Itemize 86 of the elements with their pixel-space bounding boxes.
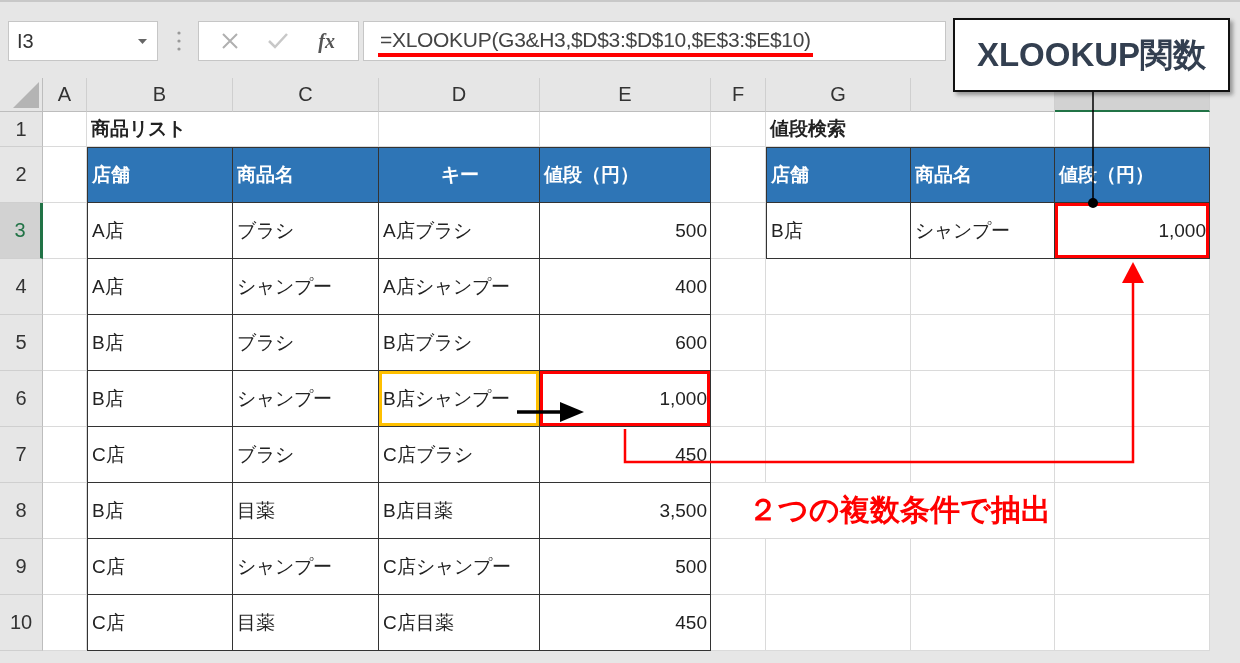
column-header[interactable]: E	[540, 78, 711, 112]
table-cell: 600	[540, 315, 711, 371]
table-cell: ブラシ	[233, 427, 379, 483]
table-cell: 3,500	[540, 483, 711, 539]
empty-cell	[711, 259, 766, 315]
header-cell: 商品名	[911, 147, 1055, 203]
row-header[interactable]: 7	[0, 427, 43, 483]
empty-cell	[711, 371, 766, 427]
empty-cell	[43, 539, 87, 595]
table-cell: B店	[87, 483, 233, 539]
column-header[interactable]: F	[711, 78, 766, 112]
table-cell: C店	[87, 427, 233, 483]
table-cell: 400	[540, 259, 711, 315]
header-cell: キー	[379, 147, 540, 203]
header-cell: 商品名	[233, 147, 379, 203]
column-header[interactable]: D	[379, 78, 540, 112]
table-cell: B店	[87, 371, 233, 427]
table-cell: C店シャンプー	[379, 539, 540, 595]
row-header[interactable]: 4	[0, 259, 43, 315]
table-cell: A店ブラシ	[379, 203, 540, 259]
formula-field[interactable]: =XLOOKUP(G3&H3,$D$3:$D$10,$E$3:$E$10)	[363, 21, 946, 61]
empty-cell	[43, 427, 87, 483]
annotation-text: ２つの複数条件で抽出	[748, 492, 1051, 528]
table-cell: C店目薬	[379, 595, 540, 651]
row-header[interactable]: 8	[0, 483, 43, 539]
table-cell: C店ブラシ	[379, 427, 540, 483]
row-header[interactable]: 5	[0, 315, 43, 371]
select-all-button[interactable]	[0, 78, 43, 112]
column-header[interactable]: C	[233, 78, 379, 112]
pointer-arrow	[517, 402, 584, 422]
table-cell: 目薬	[233, 483, 379, 539]
table-cell: A店シャンプー	[379, 259, 540, 315]
table-cell: C店	[87, 539, 233, 595]
empty-cell	[43, 259, 87, 315]
table-cell: B店ブラシ	[379, 315, 540, 371]
caret-icon	[138, 38, 147, 44]
table-cell: 450	[540, 427, 711, 483]
table-cell: 500	[540, 203, 711, 259]
header-cell: 店舗	[766, 147, 911, 203]
grip-icon	[177, 30, 181, 52]
table-cell: 1,000	[540, 371, 711, 427]
check-icon[interactable]	[268, 33, 289, 49]
empty-cell	[711, 112, 766, 147]
table-cell: 450	[540, 595, 711, 651]
empty-cell	[43, 315, 87, 371]
empty-cell	[711, 595, 766, 651]
table-cell: シャンプー	[233, 539, 379, 595]
header-cell: 店舗	[87, 147, 233, 203]
table-cell: C店	[87, 595, 233, 651]
table-cell: ブラシ	[233, 203, 379, 259]
formula-text: =XLOOKUP(G3&H3,$D$3:$D$10,$E$3:$E$10)	[378, 25, 813, 57]
row-header[interactable]: 3	[0, 203, 43, 259]
table-cell: ブラシ	[233, 315, 379, 371]
empty-cell	[43, 371, 87, 427]
insert-function-button[interactable]: fx	[318, 29, 335, 53]
table-cell: A店	[87, 203, 233, 259]
table-cell: B店	[766, 203, 911, 259]
column-header[interactable]: G	[766, 78, 911, 112]
callout-tooltip: XLOOKUP関数	[953, 18, 1230, 92]
table-cell: 500	[540, 539, 711, 595]
table-cell: B店	[87, 315, 233, 371]
empty-cell	[711, 427, 766, 483]
row-header[interactable]: 10	[0, 595, 43, 651]
empty-cell	[43, 483, 87, 539]
table-cell: 1,000	[1055, 203, 1210, 259]
column-header[interactable]: B	[87, 78, 233, 112]
empty-cell	[711, 203, 766, 259]
empty-cell	[711, 315, 766, 371]
triangle-icon	[13, 82, 39, 108]
table-cell: B店シャンプー	[379, 371, 540, 427]
name-box[interactable]: I3	[8, 21, 158, 61]
row-header[interactable]: 1	[0, 112, 43, 147]
row-header[interactable]: 9	[0, 539, 43, 595]
empty-cell	[43, 203, 87, 259]
table-cell: シャンプー	[233, 371, 379, 427]
table-cell: 目薬	[233, 595, 379, 651]
row-header[interactable]: 2	[0, 147, 43, 203]
cancel-icon[interactable]	[222, 33, 239, 49]
row-header[interactable]: 6	[0, 371, 43, 427]
table-cell: シャンプー	[911, 203, 1055, 259]
empty-cell	[43, 595, 87, 651]
header-cell: 値段（円）	[540, 147, 711, 203]
table-cell: B店目薬	[379, 483, 540, 539]
table-cell: A店	[87, 259, 233, 315]
table-cell: シャンプー	[233, 259, 379, 315]
column-header[interactable]: A	[43, 78, 87, 112]
